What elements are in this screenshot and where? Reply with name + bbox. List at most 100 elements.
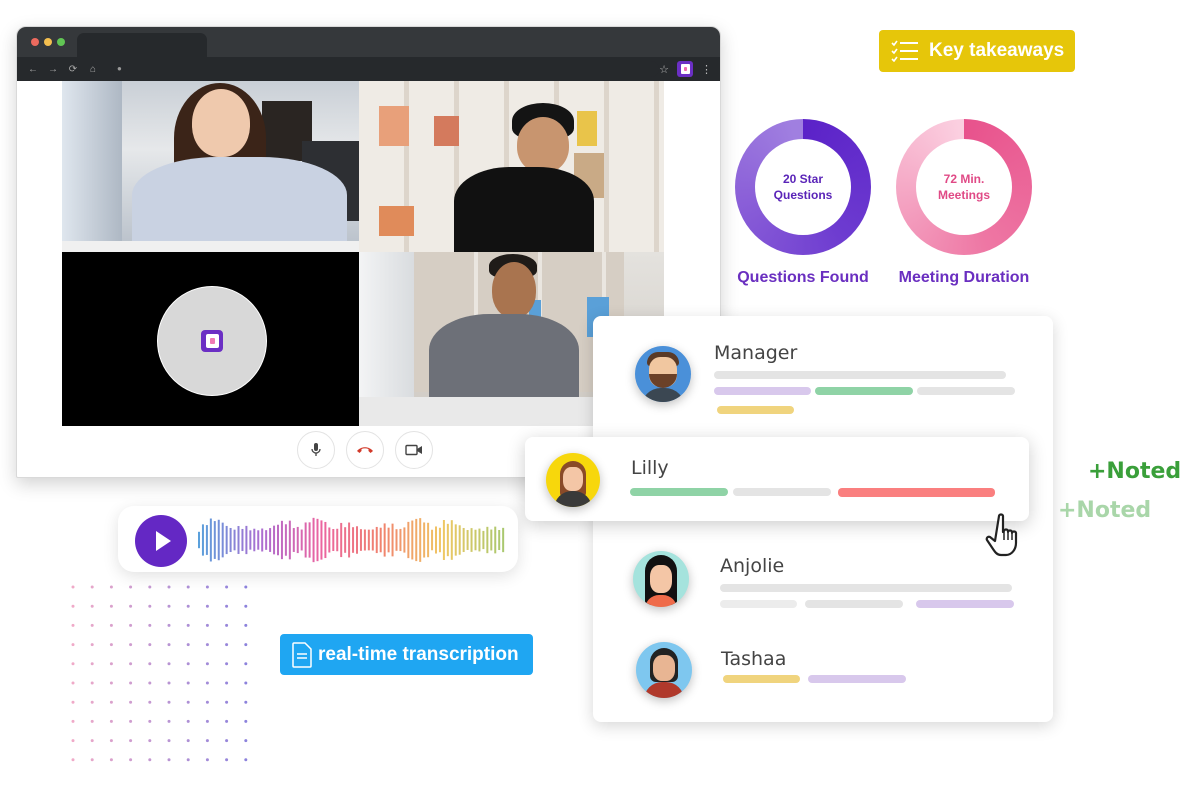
questions-found-label: Questions Found: [737, 269, 869, 286]
grid-dot: [205, 623, 209, 627]
participant-body: [454, 167, 594, 252]
grid-dot: [129, 662, 133, 666]
waveform-bar: [316, 518, 319, 562]
real-time-transcription-badge[interactable]: real-time transcription: [280, 634, 533, 675]
waveform-bar: [344, 527, 347, 553]
waveform-bar: [411, 520, 414, 560]
waveform-bar: [399, 528, 402, 552]
grid-dot: [186, 604, 190, 608]
participant-tile-man-black-shirt[interactable]: [359, 81, 664, 252]
note-bar: [916, 600, 1014, 608]
minimize-window-button[interactable]: [44, 38, 52, 46]
key-takeaways-badge[interactable]: Key takeaways: [879, 30, 1075, 72]
participant-body: [429, 314, 579, 404]
grid-dot: [205, 739, 209, 743]
waveform-bar: [300, 529, 303, 551]
grid-dot: [225, 643, 229, 647]
home-icon[interactable]: ⌂: [85, 64, 101, 75]
reload-icon[interactable]: ⟳: [65, 64, 81, 75]
stat-meeting-duration: 72 Min. Meetings Meeting Duration: [893, 119, 1035, 287]
grid-dot: [205, 585, 209, 589]
waveform-bar: [474, 529, 477, 551]
grid-dot: [90, 739, 94, 743]
questions-value: 20 Star: [782, 172, 824, 186]
grid-dot: [225, 662, 229, 666]
note-bar: [815, 387, 913, 395]
waveform-bar: [466, 530, 469, 550]
microphone-button[interactable]: [297, 431, 335, 469]
note-bar: [714, 387, 811, 395]
grid-dot: [167, 739, 171, 743]
grid-dot: [186, 700, 190, 704]
grid-dot: [109, 758, 113, 762]
grid-dot: [109, 681, 113, 685]
grid-dot: [129, 719, 133, 723]
video-camera-icon: [405, 444, 422, 456]
end-call-button[interactable]: [346, 431, 384, 469]
grid-dot: [205, 643, 209, 647]
waveform-bar: [269, 528, 272, 552]
duration-unit: Meetings: [937, 188, 990, 202]
person-row-tashaa[interactable]: Tashaa: [593, 634, 1053, 704]
app-logo-icon: [201, 330, 223, 352]
waveform-bar: [225, 525, 228, 555]
extension-app-icon[interactable]: [677, 61, 693, 77]
camera-button[interactable]: [395, 431, 433, 469]
waveform-bar: [241, 528, 244, 552]
waveform-bar: [304, 522, 307, 558]
person-row-manager[interactable]: Manager: [593, 316, 1053, 426]
person-row-lilly[interactable]: Lilly: [525, 437, 1029, 521]
browser-tab[interactable]: [77, 33, 207, 57]
grid-dot: [148, 700, 152, 704]
waveform-bar: [502, 527, 505, 553]
grid-dot: [186, 758, 190, 762]
note-bar: [630, 488, 728, 496]
waveform-bar: [229, 527, 232, 553]
waveform-bar: [427, 522, 430, 558]
close-window-button[interactable]: [31, 38, 39, 46]
hang-up-icon: [357, 447, 373, 453]
grid-dot: [186, 643, 190, 647]
tashaa-name: Tashaa: [721, 648, 787, 670]
grid-dot: [90, 623, 94, 627]
grid-dot: [167, 700, 171, 704]
play-button[interactable]: [135, 515, 187, 567]
meeting-duration-label: Meeting Duration: [898, 269, 1030, 286]
browser-menu-icon[interactable]: ⋮: [701, 63, 712, 76]
waveform-bar: [379, 527, 382, 553]
questions-donut-ring: 20 Star Questions: [735, 119, 871, 255]
grid-dot: [71, 681, 75, 685]
decorative-dot-grid: [71, 585, 248, 762]
note-bar: [720, 600, 797, 608]
grid-dot: [244, 719, 248, 723]
grid-dot: [225, 681, 229, 685]
waveform-bar: [320, 520, 323, 560]
participant-tile-audio-only[interactable]: [62, 252, 359, 426]
grid-dot: [148, 662, 152, 666]
grid-dot: [109, 700, 113, 704]
waveform-bar: [482, 530, 485, 550]
waveform-bar: [205, 525, 208, 555]
grid-dot: [129, 739, 133, 743]
grid-dot: [186, 623, 190, 627]
grid-dot: [186, 739, 190, 743]
participant-placeholder-avatar: [157, 286, 267, 396]
grid-dot: [148, 681, 152, 685]
waveform-bar: [470, 528, 473, 552]
forward-arrow-icon[interactable]: →: [45, 64, 61, 75]
back-arrow-icon[interactable]: ←: [25, 64, 41, 75]
audio-waveform[interactable]: [196, 514, 506, 566]
waveform-bar: [253, 528, 256, 552]
waveform-bar: [292, 528, 295, 552]
maximize-window-button[interactable]: [57, 38, 65, 46]
address-bar[interactable]: ●: [111, 61, 660, 77]
bookmark-star-icon[interactable]: ☆: [659, 63, 669, 76]
grid-dot: [90, 604, 94, 608]
call-controls: [297, 431, 433, 469]
participant-tile-woman[interactable]: [62, 81, 359, 252]
person-row-anjolie[interactable]: Anjolie: [593, 541, 1053, 621]
note-bar: [808, 675, 906, 683]
grid-dot: [90, 662, 94, 666]
grid-dot: [244, 585, 248, 589]
waveform-bar: [261, 528, 264, 552]
